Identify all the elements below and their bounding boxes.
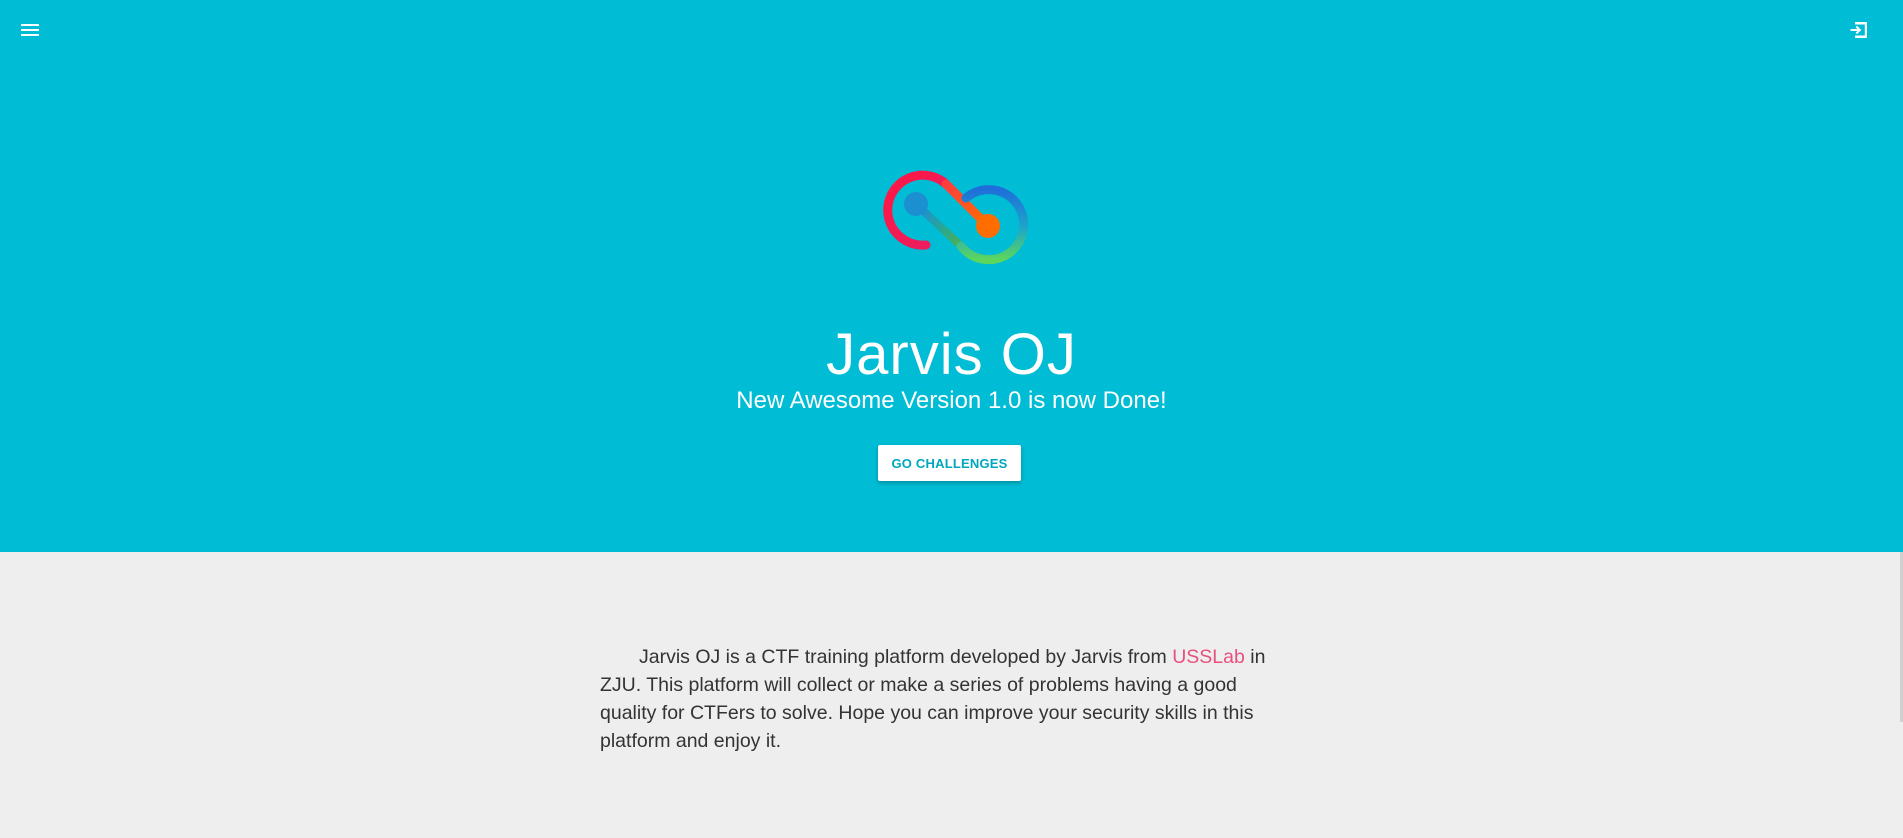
page: Jarvis OJ New Awesome Version 1.0 is now… [0, 0, 1903, 838]
login-icon [1850, 22, 1867, 38]
login-button[interactable] [1845, 16, 1873, 44]
jarvis-logo-icon [883, 170, 1029, 265]
about-paragraph: Jarvis OJ is a CTF training platform dev… [600, 643, 1272, 755]
usslab-link[interactable]: USSLab [1172, 646, 1245, 668]
site-subtitle: New Awesome Version 1.0 is now Done! [736, 387, 1167, 414]
site-title: Jarvis OJ [826, 322, 1077, 387]
menu-button[interactable] [16, 16, 44, 44]
go-challenges-button[interactable]: GO CHALLENGES [878, 445, 1021, 481]
hero-section: Jarvis OJ New Awesome Version 1.0 is now… [0, 0, 1903, 552]
hamburger-menu-icon [21, 24, 39, 36]
about-text-start: Jarvis OJ is a CTF training platform dev… [639, 646, 1173, 668]
